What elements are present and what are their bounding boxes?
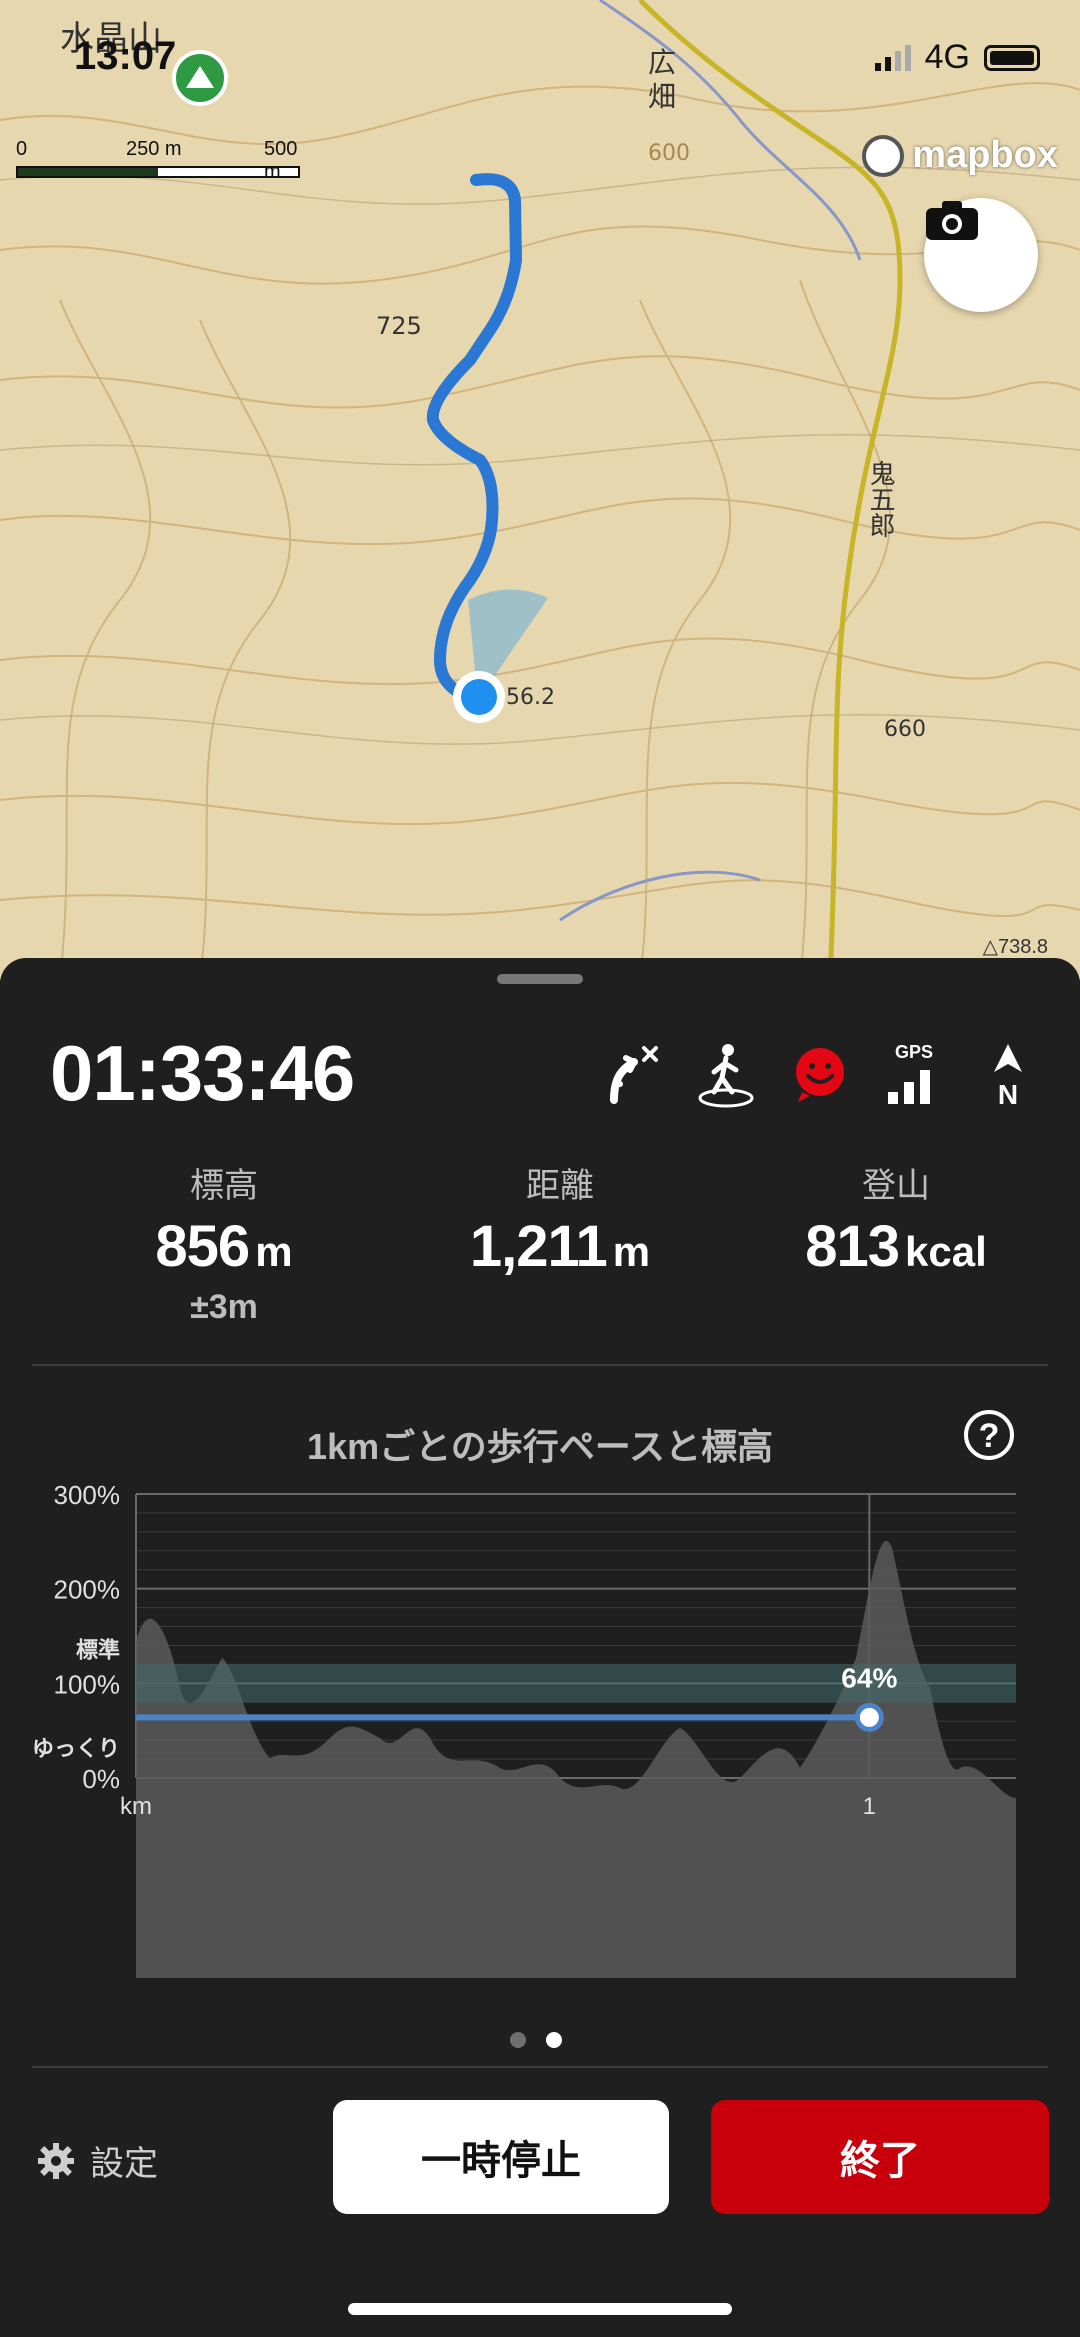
gps-label: GPS (895, 1042, 933, 1062)
mapbox-label: mapbox (912, 134, 1058, 176)
stat-calories-unit: kcal (905, 1228, 987, 1275)
map-label-village-a: 広 (648, 46, 676, 79)
help-button[interactable]: ? (964, 1410, 1014, 1460)
map-summit-label: △738.8 (982, 936, 1048, 958)
stat-distance-label: 距離 (526, 1167, 594, 1205)
mapbox-compass-icon (862, 134, 905, 177)
stat-distance-value: 1,211 (469, 1214, 608, 1279)
camera-button[interactable] (924, 198, 1038, 312)
y-mid-label: 標準 (76, 1637, 120, 1662)
map-label-point: 56.2 (506, 685, 555, 710)
route-off-icon[interactable] (600, 1040, 664, 1110)
scale-label-max: 500 m (264, 138, 298, 183)
map-label-place: 鬼五郎 (865, 460, 895, 538)
stat-elevation-accuracy: ±3m (190, 1288, 258, 1326)
sheet-drag-handle[interactable] (497, 974, 583, 984)
y-tick-label: 0% (82, 1764, 120, 1794)
page-indicator[interactable] (510, 2032, 562, 2048)
pause-button[interactable]: 一時停止 (333, 2100, 669, 2214)
gear-icon (38, 2142, 74, 2179)
y-bottom-label: ゆっくり (32, 1736, 120, 1761)
stat-calories-label: 登山 (862, 1167, 930, 1205)
camera-icon (926, 201, 978, 240)
stat-calories: 登山 813 kcal (728, 1158, 1064, 1327)
network-label: 4G (924, 38, 970, 76)
chart-title: 1kmごとの歩行ペースと標高 (307, 1426, 773, 1467)
stat-elevation-unit: m (255, 1228, 293, 1275)
status-bar-right: 4G (874, 38, 1040, 77)
map-label-village-b: 畑 (648, 80, 676, 113)
north-label: N (998, 1079, 1018, 1110)
hiker-icon[interactable] (694, 1040, 758, 1110)
x-tick-label: 1 (863, 1793, 876, 1820)
y-tick-label: 300% (54, 1480, 121, 1510)
north-compass-icon[interactable]: N (976, 1040, 1040, 1110)
current-pace-point (854, 1702, 884, 1732)
elapsed-timer: 01:33:46 (50, 1029, 355, 1117)
divider-bottom (32, 2066, 1048, 2068)
home-indicator[interactable] (348, 2303, 732, 2315)
map-label-660: 660 (884, 717, 926, 742)
scale-label-mid: 250 m (126, 138, 182, 160)
stats-row: 標高 856 m ±3m 距離 1,211 m 登山 813 kcal (0, 1158, 1080, 1327)
gps-signal-icon[interactable]: GPS (882, 1040, 946, 1110)
stat-elevation: 標高 856 m ±3m (56, 1158, 392, 1327)
map-view[interactable]: 水晶山 広 畑 725 600 660 56.2 鬼五郎 13:07 4G 0 … (0, 0, 1080, 980)
activity-panel: 01:33:46 GPS N 標高 856 m ±3m 距離 1,211 m 登… (0, 958, 1080, 2337)
page-dot-1[interactable] (510, 2032, 526, 2048)
signal-icon (874, 44, 911, 71)
stat-elevation-label: 標高 (190, 1167, 258, 1205)
stat-distance: 距離 1,211 m (392, 1158, 728, 1327)
stat-distance-unit: m (612, 1228, 651, 1275)
stat-calories-value: 813 (805, 1214, 900, 1279)
map-label-725: 725 (376, 312, 422, 340)
pace-elevation-chart: 300%200%100%0%速い標準ゆっくりkm164% (0, 1452, 1080, 1998)
status-time: 13:07 (74, 34, 177, 78)
y-tick-label: 100% (54, 1669, 121, 1699)
settings-button[interactable]: 設定 (36, 2136, 158, 2185)
settings-label: 設定 (90, 2145, 158, 2183)
y-tick-label: 200% (54, 1575, 121, 1605)
mapbox-logo: mapbox (862, 134, 1058, 177)
map-scale-bar: 0 250 m 500 m (16, 138, 316, 183)
page-dot-2[interactable] (546, 2032, 562, 2048)
face-icon[interactable] (788, 1040, 852, 1110)
stat-elevation-value: 856 (155, 1214, 250, 1279)
battery-icon (984, 44, 1040, 71)
scale-label-zero: 0 (16, 138, 28, 160)
x-unit-label: km (120, 1793, 152, 1820)
end-button[interactable]: 終了 (711, 2100, 1049, 2214)
map-label-600: 600 (648, 141, 690, 166)
pace-chart-svg: 300%200%100%0%速い標準ゆっくりkm164% (32, 1452, 1016, 1998)
status-icons: GPS N (600, 1040, 1040, 1110)
divider-top (32, 1364, 1048, 1366)
current-pace-label: 64% (841, 1662, 897, 1693)
